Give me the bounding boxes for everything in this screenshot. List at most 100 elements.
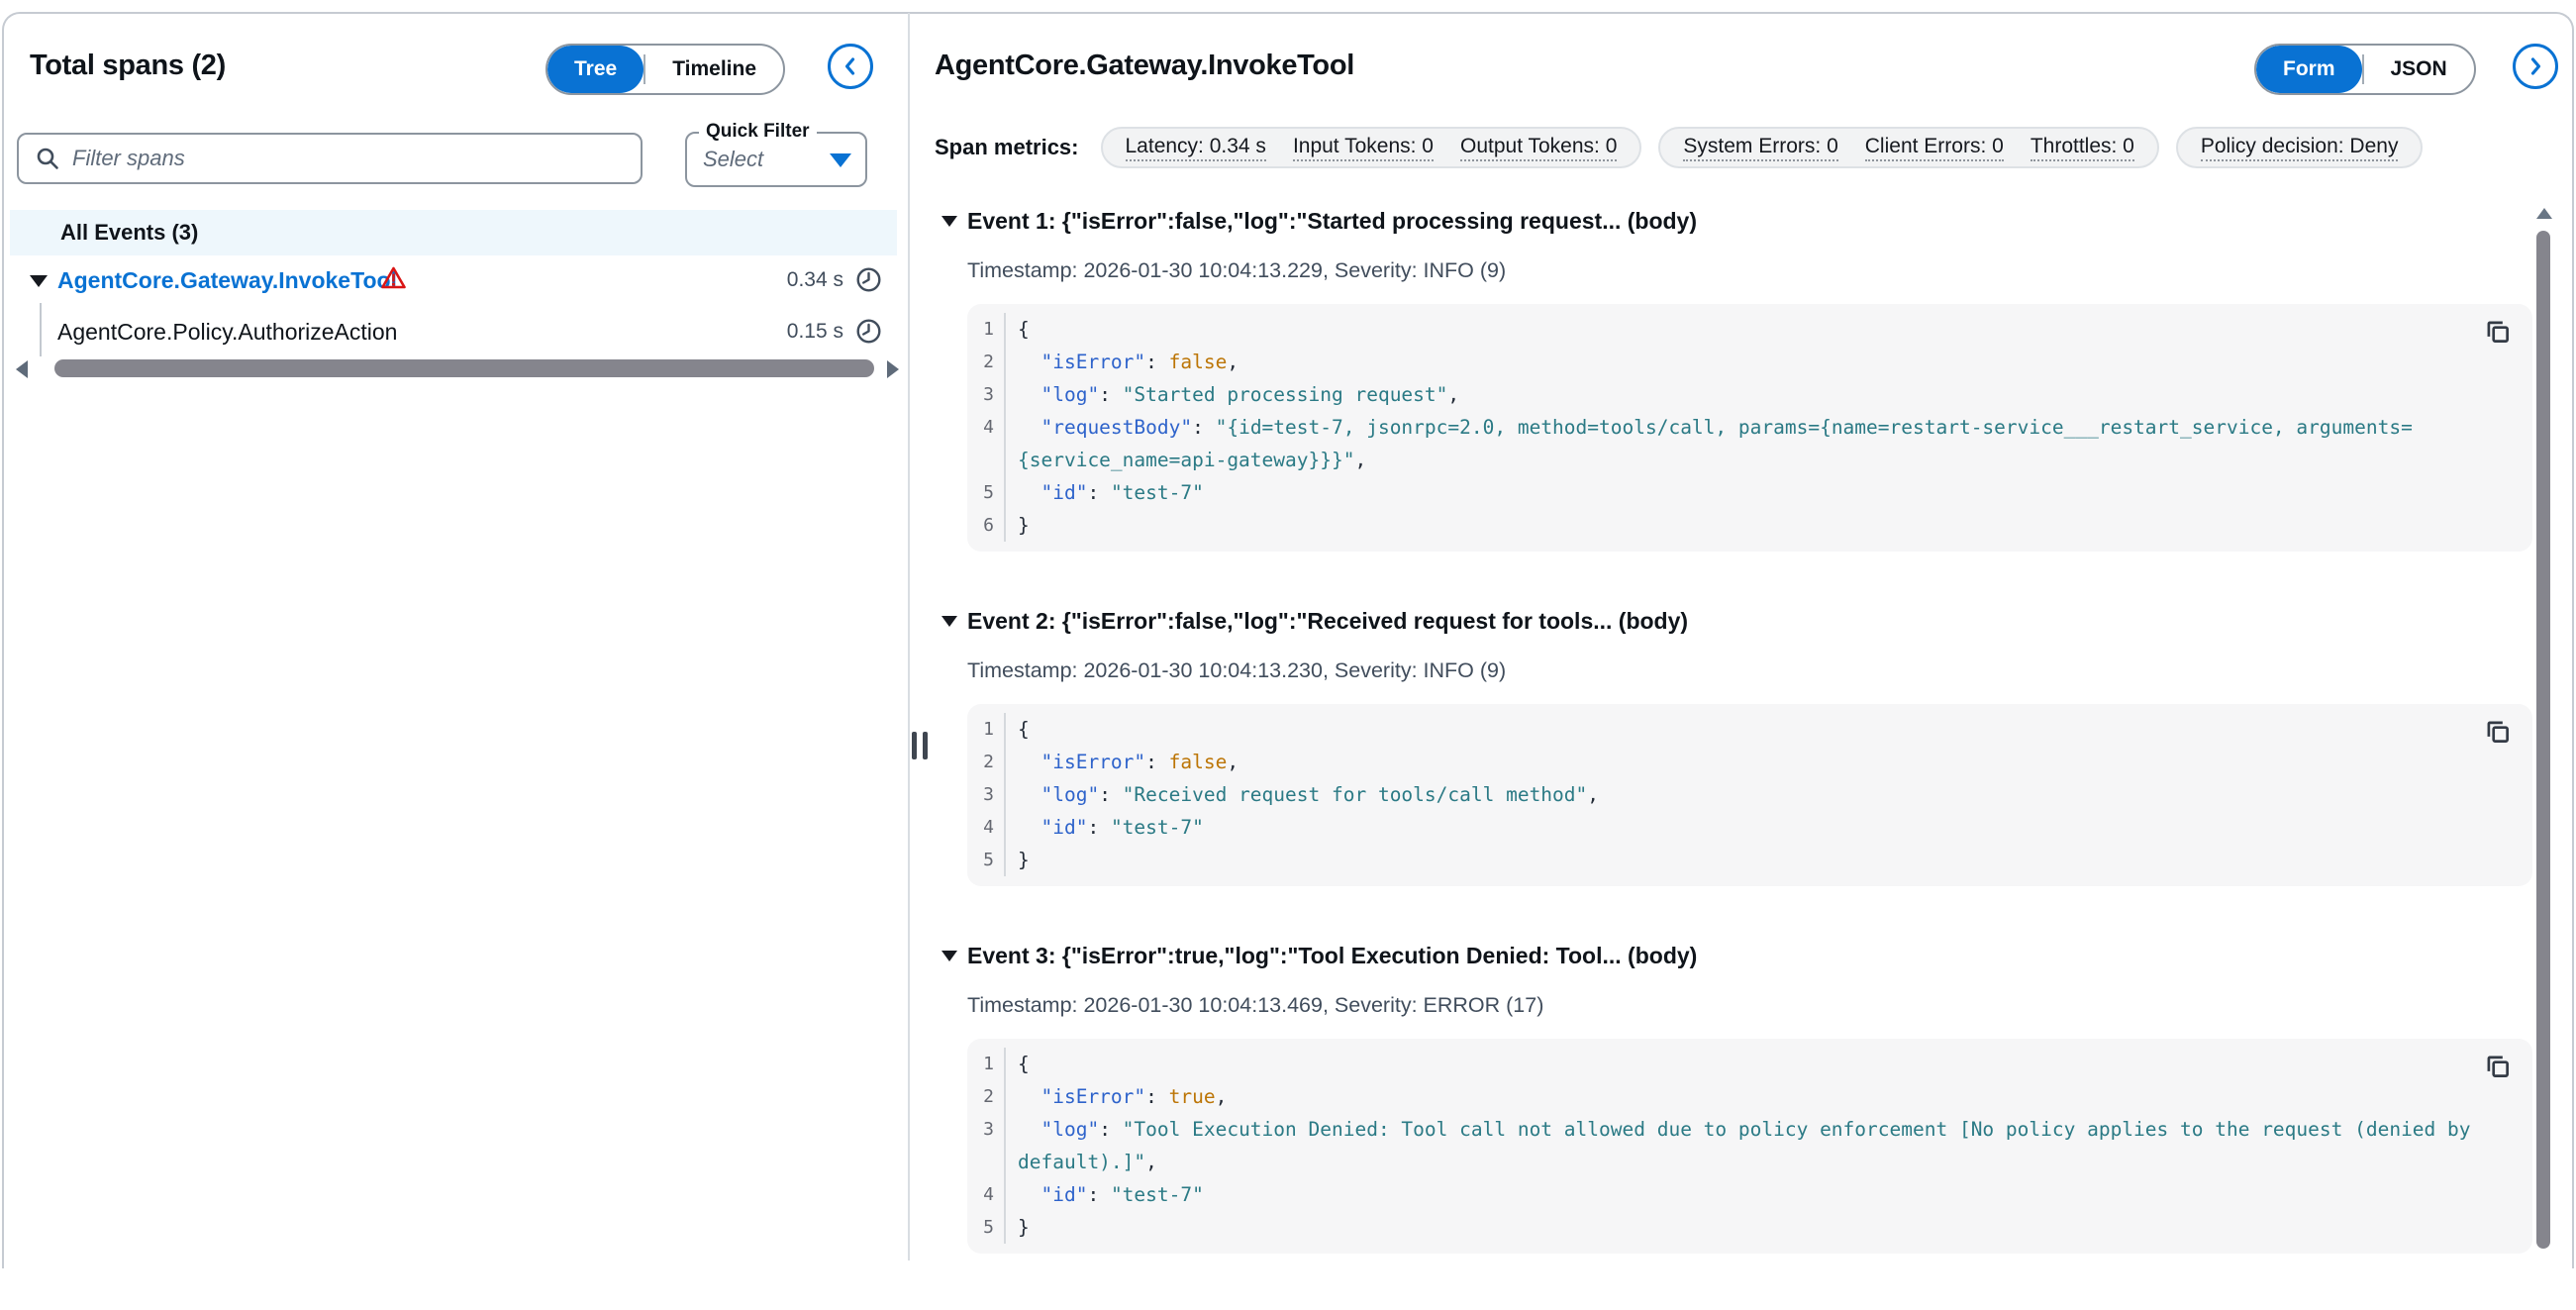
code-row: default).]", xyxy=(967,1146,2532,1178)
panel-resize-handle[interactable] xyxy=(912,732,928,759)
event-header-text: Event 2: {"isError":false,"log":"Receive… xyxy=(967,608,1688,635)
code-line: } xyxy=(1006,1211,1089,1244)
code-line: "isError": true, xyxy=(1006,1080,1286,1113)
metric-badge[interactable]: Policy decision: Deny xyxy=(2201,135,2399,161)
event-collapse-triangle-icon[interactable] xyxy=(941,616,957,627)
line-number xyxy=(967,444,1006,476)
hscroll-left-arrow-icon[interactable] xyxy=(16,360,28,378)
trace-viewer: Total spans (2) TreeTimeline Quick Filte… xyxy=(0,0,2576,1260)
span-detail-title: AgentCore.Gateway.InvokeTool xyxy=(935,50,1354,82)
event-header[interactable]: Event 2: {"isError":false,"log":"Receive… xyxy=(941,608,2532,635)
span-metrics-label: Span metrics: xyxy=(935,135,1079,160)
tree-indent-line xyxy=(40,303,42,356)
line-number: 4 xyxy=(967,411,1006,444)
quick-filter-value: Select xyxy=(703,147,763,172)
expand-panel-button[interactable] xyxy=(2513,44,2558,89)
clock-icon xyxy=(855,318,882,350)
code-row: 6} xyxy=(967,509,2532,542)
line-number: 6 xyxy=(967,509,1006,542)
vertical-scroll-track xyxy=(2534,204,2552,1260)
vscroll-up-arrow-icon[interactable] xyxy=(2536,208,2552,219)
code-line: } xyxy=(1006,509,1089,542)
copy-icon xyxy=(2483,335,2513,350)
all-events-label: All Events (3) xyxy=(60,220,198,246)
event-collapse-triangle-icon[interactable] xyxy=(941,951,957,961)
view-option-timeline[interactable]: Timeline xyxy=(645,46,783,93)
metric-badge[interactable]: Input Tokens: 0 xyxy=(1293,135,1434,161)
code-row: 1{ xyxy=(967,1048,2532,1080)
metric-badge[interactable]: Client Errors: 0 xyxy=(1865,135,2004,161)
quick-filter-select[interactable]: Quick Filter Select xyxy=(685,132,867,187)
code-line: "id": "test-7" xyxy=(1006,811,1263,844)
code-line: { xyxy=(1006,713,1089,746)
line-number: 2 xyxy=(967,346,1006,378)
event-header[interactable]: Event 1: {"isError":false,"log":"Started… xyxy=(941,208,2532,235)
quick-filter-label: Quick Filter xyxy=(699,121,817,143)
copy-button[interactable] xyxy=(2483,1052,2513,1081)
event-section-3: Event 3: {"isError":true,"log":"Tool Exe… xyxy=(941,943,2532,1254)
filter-spans-box xyxy=(17,133,643,184)
code-row: {service_name=api-gateway}}}", xyxy=(967,444,2532,476)
code-row: 2 "isError": false, xyxy=(967,346,2532,378)
event-timestamp: Timestamp: 2026-01-30 10:04:13.229, Seve… xyxy=(967,258,2532,283)
event-body-code-block: 1{2 "isError": true,3 "log": "Tool Execu… xyxy=(967,1039,2532,1254)
code-line: "isError": false, xyxy=(1006,746,1298,778)
code-line: "requestBody": "{id=test-7, jsonrpc=2.0,… xyxy=(1006,411,2472,444)
span-metrics-row: Span metrics: Latency: 0.34 s Input Token… xyxy=(935,127,2439,168)
search-icon xyxy=(35,146,60,171)
filter-spans-input[interactable] xyxy=(70,145,641,172)
line-number: 3 xyxy=(967,1113,1006,1146)
code-line: default).]", xyxy=(1006,1146,1217,1178)
event-section-1: Event 1: {"isError":false,"log":"Started… xyxy=(941,208,2532,552)
form-json-toggle[interactable]: FormJSON xyxy=(2254,44,2476,95)
span-name[interactable]: AgentCore.Policy.AuthorizeAction xyxy=(57,319,397,346)
line-number: 3 xyxy=(967,778,1006,811)
horizontal-scrollbar[interactable] xyxy=(54,359,874,377)
line-number: 2 xyxy=(967,746,1006,778)
hscroll-right-arrow-icon[interactable] xyxy=(887,360,899,378)
view-option-tree[interactable]: Tree xyxy=(547,46,644,93)
span-tree-row[interactable]: AgentCore.Gateway.InvokeTool0.34 s xyxy=(0,259,908,305)
spans-panel-title: Total spans (2) xyxy=(30,50,226,82)
line-number: 3 xyxy=(967,378,1006,411)
code-row: 5} xyxy=(967,844,2532,876)
metric-badge[interactable]: Output Tokens: 0 xyxy=(1460,135,1617,161)
all-events-row[interactable]: All Events (3) xyxy=(10,210,897,255)
metric-pill-group: System Errors: 0 Client Errors: 0 Throttle… xyxy=(1658,127,2158,168)
detail-view-option-form[interactable]: Form xyxy=(2256,46,2362,93)
code-row: 4 "id": "test-7" xyxy=(967,811,2532,844)
code-line: } xyxy=(1006,844,1089,876)
event-header[interactable]: Event 3: {"isError":true,"log":"Tool Exe… xyxy=(941,943,2532,969)
event-body-code-block: 1{2 "isError": false,3 "log": "Received … xyxy=(967,704,2532,886)
collapse-panel-button[interactable] xyxy=(828,44,873,89)
vertical-scrollbar[interactable] xyxy=(2536,231,2550,1249)
event-section-2: Event 2: {"isError":false,"log":"Receive… xyxy=(941,608,2532,886)
event-collapse-triangle-icon[interactable] xyxy=(941,216,957,227)
span-name[interactable]: AgentCore.Gateway.InvokeTool xyxy=(57,267,397,294)
metric-pill-group: Policy decision: Deny xyxy=(2176,127,2424,168)
metric-badge[interactable]: Latency: 0.34 s xyxy=(1126,135,1266,161)
code-line: {service_name=api-gateway}}}", xyxy=(1006,444,1426,476)
event-timestamp: Timestamp: 2026-01-30 10:04:13.469, Seve… xyxy=(967,993,2532,1018)
copy-button[interactable] xyxy=(2483,717,2513,747)
line-number: 4 xyxy=(967,811,1006,844)
chevron-right-icon xyxy=(2525,55,2546,77)
detail-view-option-json[interactable]: JSON xyxy=(2364,46,2474,93)
line-number: 1 xyxy=(967,313,1006,346)
code-line: "log": "Tool Execution Denied: Tool call… xyxy=(1006,1113,2530,1146)
span-tree-row[interactable]: AgentCore.Policy.AuthorizeAction 0.15 s xyxy=(0,311,908,356)
span-duration: 0.15 s xyxy=(762,320,843,344)
event-header-text: Event 3: {"isError":true,"log":"Tool Exe… xyxy=(967,943,1697,969)
code-line: { xyxy=(1006,313,1089,346)
line-number: 5 xyxy=(967,844,1006,876)
collapse-triangle-icon[interactable] xyxy=(30,275,48,287)
code-row: 2 "isError": false, xyxy=(967,746,2532,778)
copy-button[interactable] xyxy=(2483,317,2513,347)
event-header-text: Event 1: {"isError":false,"log":"Started… xyxy=(967,208,1697,235)
metric-badge[interactable]: System Errors: 0 xyxy=(1683,135,1837,161)
tree-timeline-toggle[interactable]: TreeTimeline xyxy=(545,44,785,95)
code-row: 2 "isError": true, xyxy=(967,1080,2532,1113)
code-row: 1{ xyxy=(967,313,2532,346)
metric-badge[interactable]: Throttles: 0 xyxy=(2031,135,2134,161)
code-row: 3 "log": "Received request for tools/cal… xyxy=(967,778,2532,811)
